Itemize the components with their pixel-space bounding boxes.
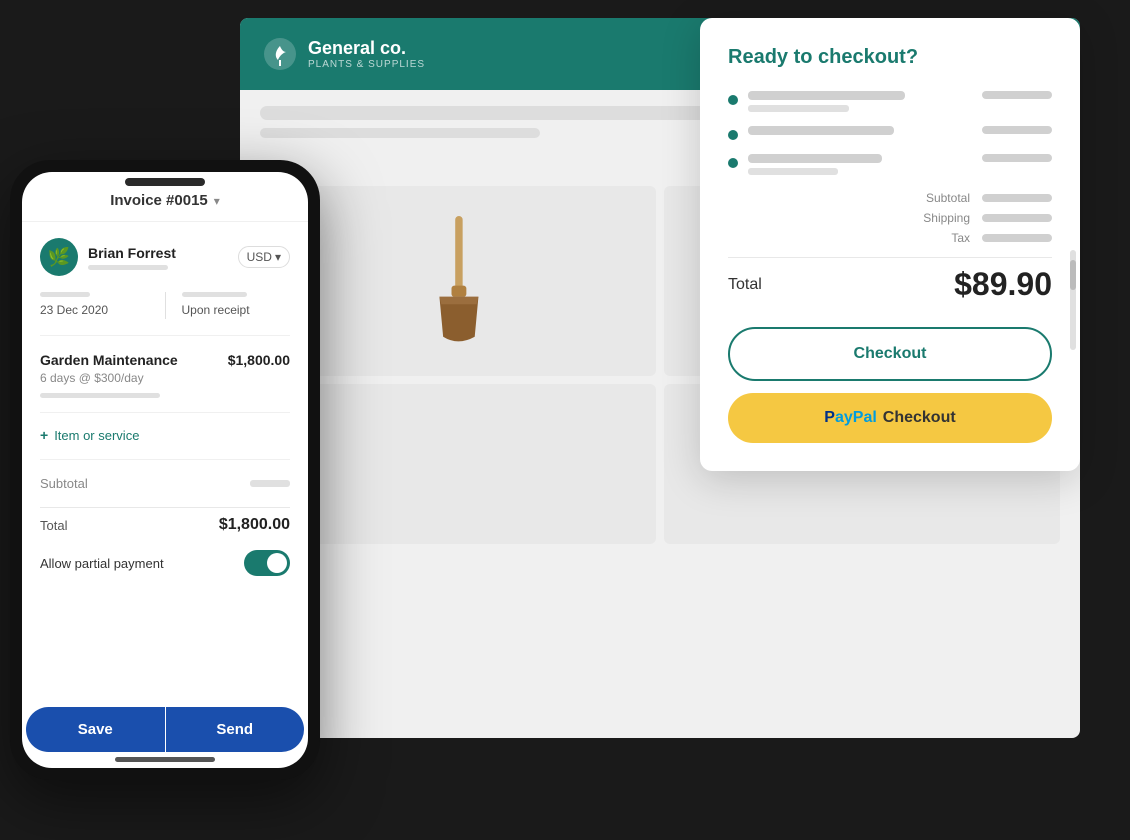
currency-chevron-icon: ▾ [275, 250, 281, 264]
item-price-1 [982, 91, 1052, 99]
client-bar [88, 265, 168, 270]
shipping-row: Shipping [923, 211, 1052, 225]
checkout-item-2 [728, 126, 1052, 140]
company-name: General co. [308, 38, 425, 59]
subtotal-label: Subtotal [926, 191, 970, 205]
date-bar [40, 292, 90, 297]
save-button[interactable]: Save [26, 707, 165, 752]
item-dot-1 [728, 95, 738, 105]
phone-screen: Invoice #0015 ▾ 🌿 Brian Forrest USD ▾ [22, 172, 308, 768]
paypal-button[interactable]: PayPal Checkout [728, 393, 1052, 443]
price-line-2 [982, 126, 1052, 134]
item-lines-1 [748, 91, 972, 112]
client-info: 🌿 Brian Forrest [40, 238, 176, 276]
mobile-phone: Invoice #0015 ▾ 🌿 Brian Forrest USD ▾ [10, 160, 320, 780]
checkout-item-1 [728, 91, 1052, 112]
item-lines-2 [748, 126, 972, 140]
toggle-knob [267, 553, 287, 573]
item-line-sub-3 [748, 168, 838, 175]
invoice-total-row: Total $1,800.00 [40, 507, 290, 534]
date-col: 23 Dec 2020 [40, 292, 149, 319]
logo-icon [264, 38, 296, 70]
line-item-1: Garden Maintenance $1,800.00 6 days @ $3… [40, 352, 290, 413]
item-price-2 [982, 126, 1052, 134]
shipping-value [982, 214, 1052, 222]
invoice-totals: Subtotal [40, 476, 290, 491]
partial-payment-label: Allow partial payment [40, 556, 164, 571]
item-price-3 [982, 154, 1052, 162]
item-lines-3 [748, 154, 972, 175]
receipt-bar [182, 292, 247, 297]
checkout-subtotals: Subtotal Shipping Tax [728, 191, 1052, 245]
currency-selector[interactable]: USD ▾ [238, 246, 290, 268]
item-line-sub-1 [748, 105, 849, 112]
send-button[interactable]: Send [166, 707, 305, 752]
item-dot-2 [728, 130, 738, 140]
shovel-icon [418, 216, 498, 346]
avatar-icon: 🌿 [48, 247, 70, 268]
checkout-item-3 [728, 154, 1052, 175]
checkout-total-amount: $89.90 [954, 266, 1052, 303]
tax-value [982, 234, 1052, 242]
subtotal-value [982, 194, 1052, 202]
checkout-modal: Ready to checkout? [700, 18, 1080, 471]
add-item-label: Item or service [54, 428, 139, 443]
modal-scrollbar[interactable] [1070, 250, 1076, 350]
checkout-items-list [728, 91, 1052, 175]
checkout-total-row: Total $89.90 [728, 257, 1052, 303]
receipt-value: Upon receipt [182, 303, 250, 317]
shipping-label: Shipping [923, 211, 970, 225]
invoice-total-label: Total [40, 518, 67, 533]
client-details: Brian Forrest [88, 245, 176, 270]
add-item-row[interactable]: + Item or service [40, 427, 290, 460]
phone-home-indicator [115, 757, 215, 762]
line-item-top: Garden Maintenance $1,800.00 [40, 352, 290, 368]
checkout-button[interactable]: Checkout [728, 327, 1052, 381]
price-line-3 [982, 154, 1052, 162]
item-dot-3 [728, 158, 738, 168]
item-line-main-3 [748, 154, 882, 163]
price-line-1 [982, 91, 1052, 99]
scrollbar-thumb [1070, 260, 1076, 290]
currency-code: USD [247, 250, 272, 264]
line-item-price: $1,800.00 [228, 352, 290, 368]
checkout-modal-title: Ready to checkout? [728, 46, 1052, 69]
desktop-subline [260, 128, 540, 138]
item-line-main-2 [748, 126, 894, 135]
date-value: 23 Dec 2020 [40, 303, 108, 317]
date-row: 23 Dec 2020 Upon receipt [40, 292, 290, 336]
invoice-chevron-icon: ▾ [214, 194, 220, 208]
partial-payment-row: Allow partial payment [40, 550, 290, 576]
phone-notch [125, 178, 205, 186]
paypal-logo: PayPal [824, 409, 876, 427]
invoice-body: 🌿 Brian Forrest USD ▾ 23 Dec 2020 [22, 222, 308, 707]
subtotal-label-mobile: Subtotal [40, 476, 88, 491]
checkout-total-label: Total [728, 276, 762, 294]
company-tagline: PLANTS & SUPPLIES [308, 59, 425, 70]
paypal-checkout-text: Checkout [883, 409, 956, 427]
partial-payment-toggle[interactable] [244, 550, 290, 576]
subtotal-row: Subtotal [926, 191, 1052, 205]
invoice-number: Invoice #0015 [110, 192, 208, 209]
client-name: Brian Forrest [88, 245, 176, 261]
line-item-name: Garden Maintenance [40, 352, 178, 368]
receipt-col: Upon receipt [182, 292, 291, 319]
line-item-desc: 6 days @ $300/day [40, 371, 290, 385]
desktop-search-bar [260, 106, 740, 120]
add-item-icon: + [40, 427, 48, 443]
avatar: 🌿 [40, 238, 78, 276]
item-line-main-1 [748, 91, 905, 100]
invoice-total-amount: $1,800.00 [219, 516, 290, 534]
tax-row: Tax [951, 231, 1052, 245]
line-item-bar [40, 393, 160, 398]
subtotal-row-mobile: Subtotal [40, 476, 290, 491]
date-divider [165, 292, 166, 319]
tax-label: Tax [951, 231, 970, 245]
subtotal-bar-mobile [250, 480, 290, 487]
client-row: 🌿 Brian Forrest USD ▾ [40, 238, 290, 276]
company-info: General co. PLANTS & SUPPLIES [308, 38, 425, 70]
